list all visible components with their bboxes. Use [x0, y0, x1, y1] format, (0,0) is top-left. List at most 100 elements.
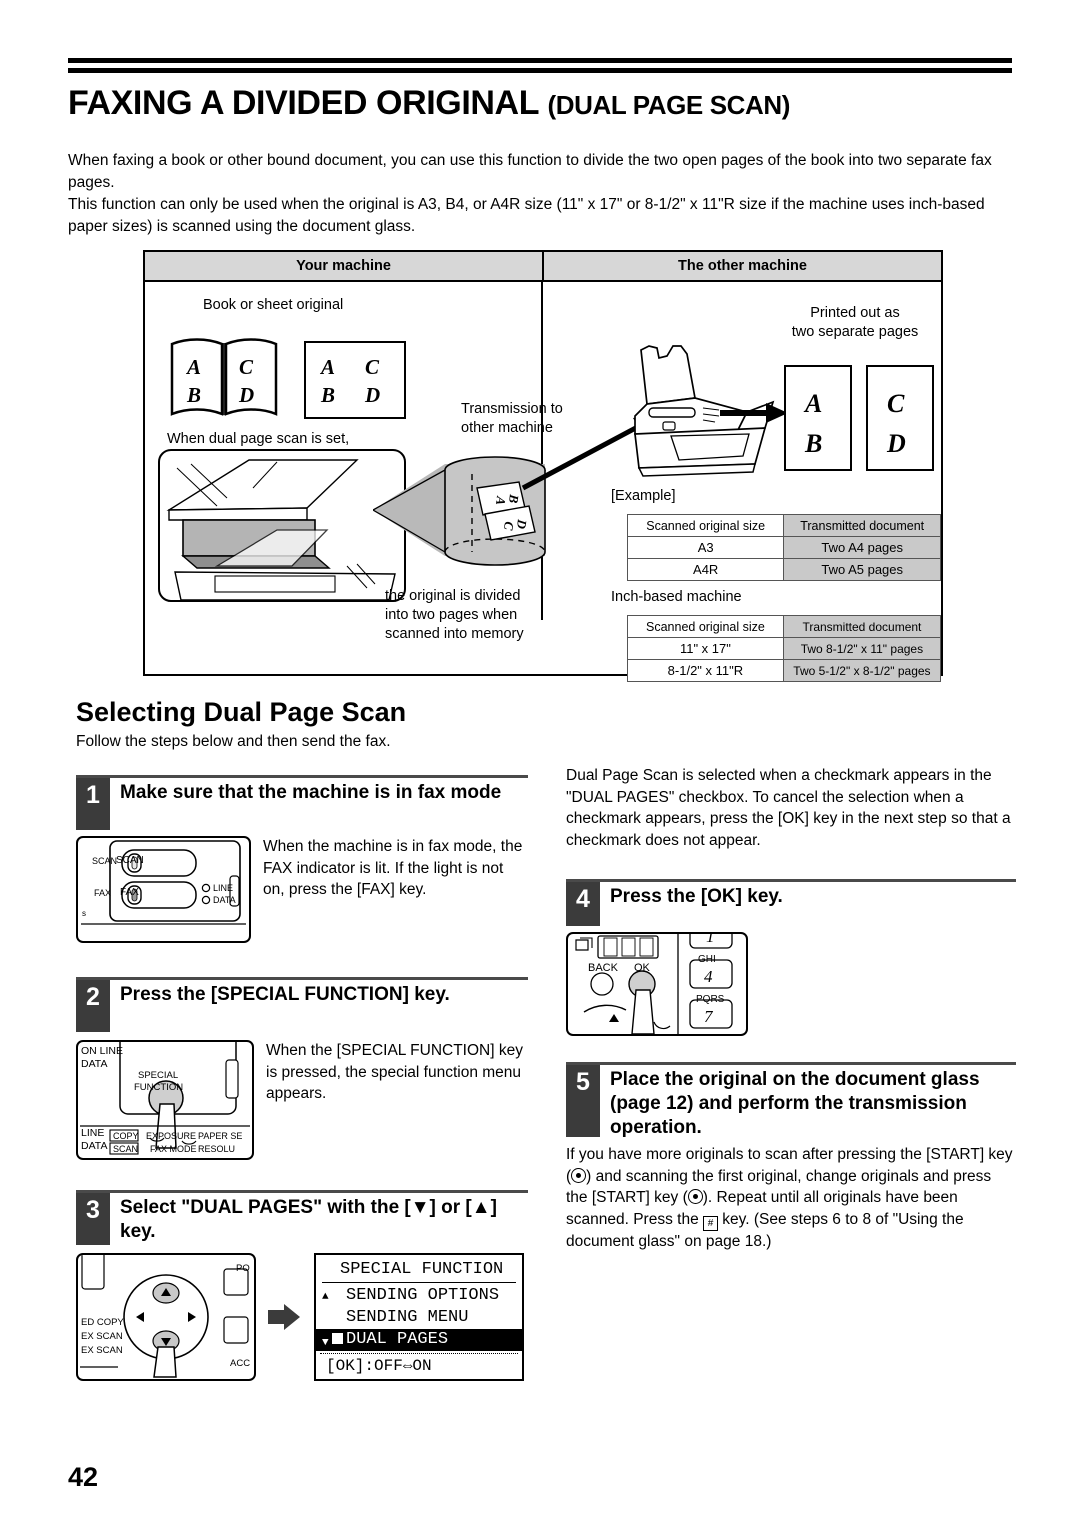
svg-text:A: A — [319, 355, 335, 379]
line-label: LINE — [81, 1127, 105, 1139]
lcd-item-label: SENDING OPTIONS — [346, 1286, 500, 1305]
svg-text:C: C — [365, 355, 380, 379]
step-2-title: Press the [SPECIAL FUNCTION] key. — [120, 984, 450, 1005]
lcd-special-function-menu: SPECIAL FUNCTION ▲ SENDING OPTIONS SENDI… — [314, 1253, 524, 1381]
lcd-footer-hint: [OK]:OFF⇔ON — [320, 1353, 518, 1377]
step-3-title: Select "DUAL PAGES" with the [▼] or [▲] … — [120, 1197, 497, 1242]
example-label: [Example] — [611, 488, 676, 504]
ed-copy-label: ED COPY — [81, 1317, 124, 1328]
lcd-item-dual-pages[interactable]: ▼ DUAL PAGES — [316, 1329, 522, 1351]
step-1-number: 1 — [76, 778, 110, 830]
acc-label: ACC — [230, 1358, 251, 1369]
page-title: FAXING A DIVIDED ORIGINAL (DUAL PAGE SCA… — [68, 84, 1028, 123]
step-2: 2 Press the [SPECIAL FUNCTION] key. ON L… — [76, 977, 528, 1160]
pqrs-label: PQRS — [696, 994, 725, 1005]
figure-header-other-machine: The other machine — [544, 252, 941, 280]
data-bottom-label: DATA — [81, 1140, 108, 1152]
lcd-item-label: SENDING MENU — [346, 1308, 469, 1327]
inch-based-machine-label: Inch-based machine — [611, 589, 742, 605]
step-3-panel-illustration: ED COPY EX SCAN EX SCAN PO ACC — [76, 1253, 256, 1381]
cell-scanned-size: 11" x 17" — [627, 637, 784, 660]
svg-text:D: D — [238, 383, 254, 407]
col-header-transmitted-doc: Transmitted document — [782, 615, 942, 638]
label-divided-into-two-pages: the original is divided into two pages w… — [385, 588, 524, 642]
scan-label: SCAN — [116, 855, 144, 866]
header-rule-bottom — [68, 68, 1012, 73]
ghi-label: GHI — [698, 954, 716, 965]
section-title: Selecting Dual Page Scan — [76, 697, 407, 727]
exposure-key-label: EXPOSURE — [146, 1131, 197, 1141]
label-book-or-sheet: Book or sheet original — [203, 297, 344, 313]
cell-transmitted-doc: Two A4 pages — [783, 536, 941, 559]
function-label: FUNCTION — [134, 1082, 184, 1093]
step-1-title: Make sure that the machine is in fax mod… — [120, 782, 502, 803]
cell-scanned-size: A3 — [626, 536, 785, 559]
flow-arrow-icon — [268, 1304, 300, 1330]
label-printed-out: Printed out as two separate pages — [791, 305, 919, 340]
lcd-item-label: DUAL PAGES — [346, 1330, 449, 1349]
sheet-original-illustration: A C B D — [303, 340, 407, 420]
resolution-key-label: RESOLU — [198, 1144, 236, 1154]
ex-scan-label-1: EX SCAN — [81, 1331, 123, 1342]
scan-key-label: SCAN — [113, 1144, 139, 1154]
svg-text:4: 4 — [704, 967, 713, 986]
step-1-body: When the machine is in fax mode, the FAX… — [263, 838, 523, 898]
document-glass-illustration — [157, 448, 407, 603]
fax-mode-key-label: FAX MODE — [150, 1144, 197, 1154]
copy-key-label: COPY — [113, 1131, 139, 1141]
svg-text:s: s — [82, 909, 86, 918]
svg-text:1: 1 — [706, 934, 715, 946]
ok-button-label: OK — [634, 962, 650, 974]
book-original-illustration: A C B D — [169, 338, 279, 422]
inch-size-table: Scanned original size Transmitted docume… — [627, 615, 942, 682]
start-key-icon — [571, 1167, 587, 1183]
dual-pages-checkbox[interactable] — [331, 1332, 344, 1345]
header-rule-top — [68, 58, 1012, 63]
svg-text:DATA: DATA — [213, 895, 236, 905]
back-button-label: BACK — [588, 962, 618, 974]
step-5-title: Place the original on the document glass… — [610, 1069, 980, 1138]
svg-text:D: D — [364, 383, 380, 407]
table-row: 8-1/2" x 11"R Two 5-1/2" x 8-1/2" pages — [627, 659, 942, 682]
step-1-panel-illustration: SCAN FAX LINE DATA s SCAN FAX — [76, 836, 251, 943]
step-3: 3 Select "DUAL PAGES" with the [▼] or [▲… — [76, 1190, 528, 1381]
page-title-sub: (DUAL PAGE SCAN) — [547, 90, 791, 120]
cell-scanned-size: 8-1/2" x 11"R — [627, 659, 784, 682]
svg-text:C: C — [239, 355, 254, 379]
svg-text:B: B — [186, 383, 201, 407]
ex-scan-label-2: EX SCAN — [81, 1345, 123, 1356]
output-pages-illustration: A B C D — [783, 364, 943, 474]
svg-text:LINE: LINE — [213, 883, 233, 893]
svg-text:A: A — [185, 355, 201, 379]
table-row: A4R Two A5 pages — [626, 558, 941, 581]
lcd-item-sending-options[interactable]: ▲ SENDING OPTIONS — [316, 1285, 522, 1307]
lcd-item-sending-menu[interactable]: SENDING MENU — [316, 1307, 522, 1329]
overview-figure: Your machine The other machine Book or s… — [143, 250, 943, 682]
output-arrow — [720, 403, 788, 423]
step-4-number: 4 — [566, 882, 600, 926]
dual-page-scan-note: Dual Page Scan is selected when a checkm… — [566, 767, 1011, 849]
step-1: 1 Make sure that the machine is in fax m… — [76, 775, 528, 943]
table-row: Scanned original size Transmitted docume… — [627, 615, 942, 638]
step-2-number: 2 — [76, 980, 110, 1032]
figure-header-your-machine: Your machine — [145, 252, 544, 280]
page-title-main: FAXING A DIVIDED ORIGINAL — [68, 84, 548, 122]
fax-label: FAX — [120, 887, 139, 898]
figure-body: Book or sheet original A C B D A C B D W… — [145, 282, 943, 682]
page-number: 42 — [68, 1462, 99, 1492]
step-5-number: 5 — [566, 1065, 600, 1137]
cell-transmitted-doc: Two 8-1/2" x 11" pages — [782, 637, 942, 660]
figure-header-row: Your machine The other machine — [145, 252, 941, 282]
scroll-up-arrow-icon: ▲ — [322, 1291, 329, 1303]
intro-paragraph-1: When faxing a book or other bound docume… — [68, 152, 992, 191]
svg-text:B: B — [320, 383, 335, 407]
svg-text:SCAN: SCAN — [92, 856, 117, 866]
intro-text: When faxing a book or other bound docume… — [68, 150, 1014, 238]
step-5-body: If you have more originals to scan after… — [566, 1144, 1016, 1252]
step-4: 4 Press the [OK] key. 1 4 7 BACK OK GHI … — [566, 879, 1016, 1036]
col-header-scanned-size: Scanned original size — [626, 514, 785, 537]
svg-text:FAX: FAX — [94, 888, 111, 898]
step-4-title: Press the [OK] key. — [610, 886, 783, 907]
step-2-body: When the [SPECIAL FUNCTION] key is press… — [266, 1042, 523, 1102]
label-dual-page-scan-set: When dual page scan is set, — [167, 431, 350, 447]
